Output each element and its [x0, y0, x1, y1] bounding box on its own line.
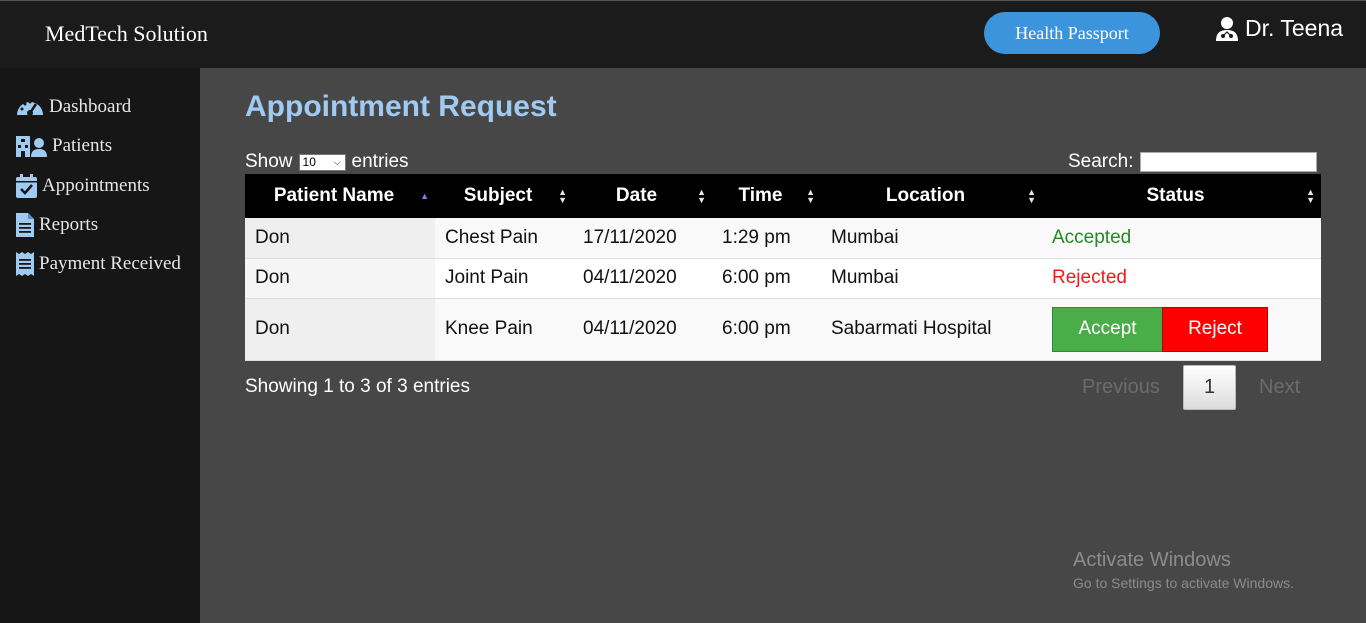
status-accepted: Accepted	[1052, 226, 1132, 248]
entries-select-value: 10	[302, 155, 316, 169]
cell-date: 04/11/2020	[583, 267, 677, 288]
cell-time: 6:00 pm	[722, 318, 791, 339]
sort-both-icon: ▲ ▼	[1027, 187, 1036, 205]
search-input[interactable]	[1140, 152, 1318, 172]
health-passport-button[interactable]: Health Passport	[984, 12, 1160, 54]
cell-date: 17/11/2020	[583, 226, 677, 248]
dashboard-gauge-icon	[17, 100, 43, 116]
page-title: Appointment Request	[245, 90, 557, 123]
cell-patient: Don	[245, 218, 435, 258]
entries-length-control: Show 10 ⌵ entries	[245, 151, 409, 173]
main-content: Appointment Request Show 10 ⌵ entries Se…	[200, 68, 1366, 623]
reject-button[interactable]: Reject	[1162, 306, 1268, 352]
sidebar-label-reports: Reports	[39, 214, 99, 235]
cell-subject: Knee Pain	[445, 318, 533, 339]
sort-asc-icon: ▲	[420, 191, 429, 201]
doctor-icon	[1216, 16, 1238, 41]
patients-hospital-icon	[16, 136, 47, 157]
sidebar-label-appointments: Appointments	[42, 175, 150, 196]
column-label: Status	[1146, 185, 1205, 206]
cell-location: Mumbai	[831, 267, 899, 288]
user-menu[interactable]: Dr. Teena	[1215, 15, 1343, 42]
column-label: Patient Name	[273, 185, 395, 206]
table-search: Search:	[1068, 151, 1318, 173]
receipt-icon	[16, 252, 34, 276]
calendar-check-icon	[16, 174, 37, 198]
sidebar-label-dashboard: Dashboard	[49, 96, 132, 117]
column-header-location[interactable]: Location ▲ ▼	[821, 174, 1042, 218]
show-label: Show	[245, 151, 293, 172]
cell-time: 6:00 pm	[722, 267, 791, 288]
cell-subject: Chest Pain	[445, 226, 538, 248]
windows-watermark-title: Activate Windows	[1073, 549, 1231, 571]
appointments-table: Patient Name ▲ Subject ▲ ▼ Date ▲ ▼ Time ▲…	[245, 174, 1321, 361]
sidebar-label-payment-received: Payment Received	[39, 253, 181, 274]
document-icon	[16, 213, 34, 237]
search-label: Search:	[1068, 151, 1134, 172]
table-header-row: Patient Name ▲ Subject ▲ ▼ Date ▲ ▼ Time ▲…	[245, 174, 1321, 218]
chevron-down-icon: ⌵	[333, 156, 341, 167]
table-row: Don Chest Pain 17/11/2020 1:29 pm Mumbai…	[245, 218, 1321, 258]
column-label: Date	[615, 185, 658, 206]
accept-button[interactable]: Accept	[1052, 306, 1163, 352]
column-label: Location	[885, 185, 966, 206]
cell-subject: Joint Pain	[445, 267, 529, 288]
cell-date: 04/11/2020	[583, 318, 677, 339]
sort-both-icon: ▲ ▼	[1306, 187, 1315, 205]
column-label: Subject	[463, 185, 533, 206]
sidebar: Dashboard Patients Appointments Reports	[0, 68, 200, 623]
brand-title[interactable]: MedTech Solution	[45, 21, 208, 47]
table-info: Showing 1 to 3 of 3 entries	[245, 376, 470, 397]
column-header-patient-name[interactable]: Patient Name ▲	[245, 174, 435, 218]
cell-patient: Don	[245, 298, 435, 360]
cell-patient: Don	[245, 258, 435, 298]
cell-time: 1:29 pm	[722, 226, 791, 248]
column-header-date[interactable]: Date ▲ ▼	[573, 174, 712, 218]
cell-actions: Accept Reject	[1042, 298, 1321, 360]
sidebar-item-patients[interactable]: Patients	[15, 134, 112, 158]
column-header-status[interactable]: Status ▲ ▼	[1042, 174, 1321, 218]
pagination-previous[interactable]: Previous	[1082, 376, 1160, 399]
sidebar-item-dashboard[interactable]: Dashboard	[15, 95, 131, 119]
column-label: Time	[738, 185, 783, 206]
column-header-subject[interactable]: Subject ▲ ▼	[435, 174, 573, 218]
windows-watermark-subtitle: Go to Settings to activate Windows.	[1073, 575, 1294, 591]
user-name: Dr. Teena	[1245, 15, 1344, 41]
entries-label: entries	[351, 151, 409, 172]
sidebar-item-appointments[interactable]: Appointments	[15, 173, 150, 199]
sidebar-item-reports[interactable]: Reports	[15, 212, 98, 238]
column-header-time[interactable]: Time ▲ ▼	[712, 174, 821, 218]
sidebar-label-patients: Patients	[52, 135, 113, 156]
pagination-next[interactable]: Next	[1259, 376, 1300, 399]
top-navbar: MedTech Solution Health Passport Dr. Tee…	[0, 0, 1366, 68]
entries-select[interactable]: 10 ⌵	[298, 153, 346, 171]
sidebar-item-payment-received[interactable]: Payment Received	[15, 251, 181, 277]
pagination-page-1[interactable]: 1	[1183, 365, 1236, 410]
sort-both-icon: ▲ ▼	[806, 187, 815, 205]
cell-location: Sabarmati Hospital	[831, 318, 992, 339]
cell-location: Mumbai	[831, 226, 899, 248]
table-row: Don Joint Pain 04/11/2020 6:00 pm Mumbai…	[245, 258, 1321, 298]
sort-both-icon: ▲ ▼	[697, 187, 706, 205]
status-rejected: Rejected	[1052, 267, 1127, 288]
sort-both-icon: ▲ ▼	[558, 187, 567, 205]
table-row: Don Knee Pain 04/11/2020 6:00 pm Sabarma…	[245, 298, 1321, 360]
